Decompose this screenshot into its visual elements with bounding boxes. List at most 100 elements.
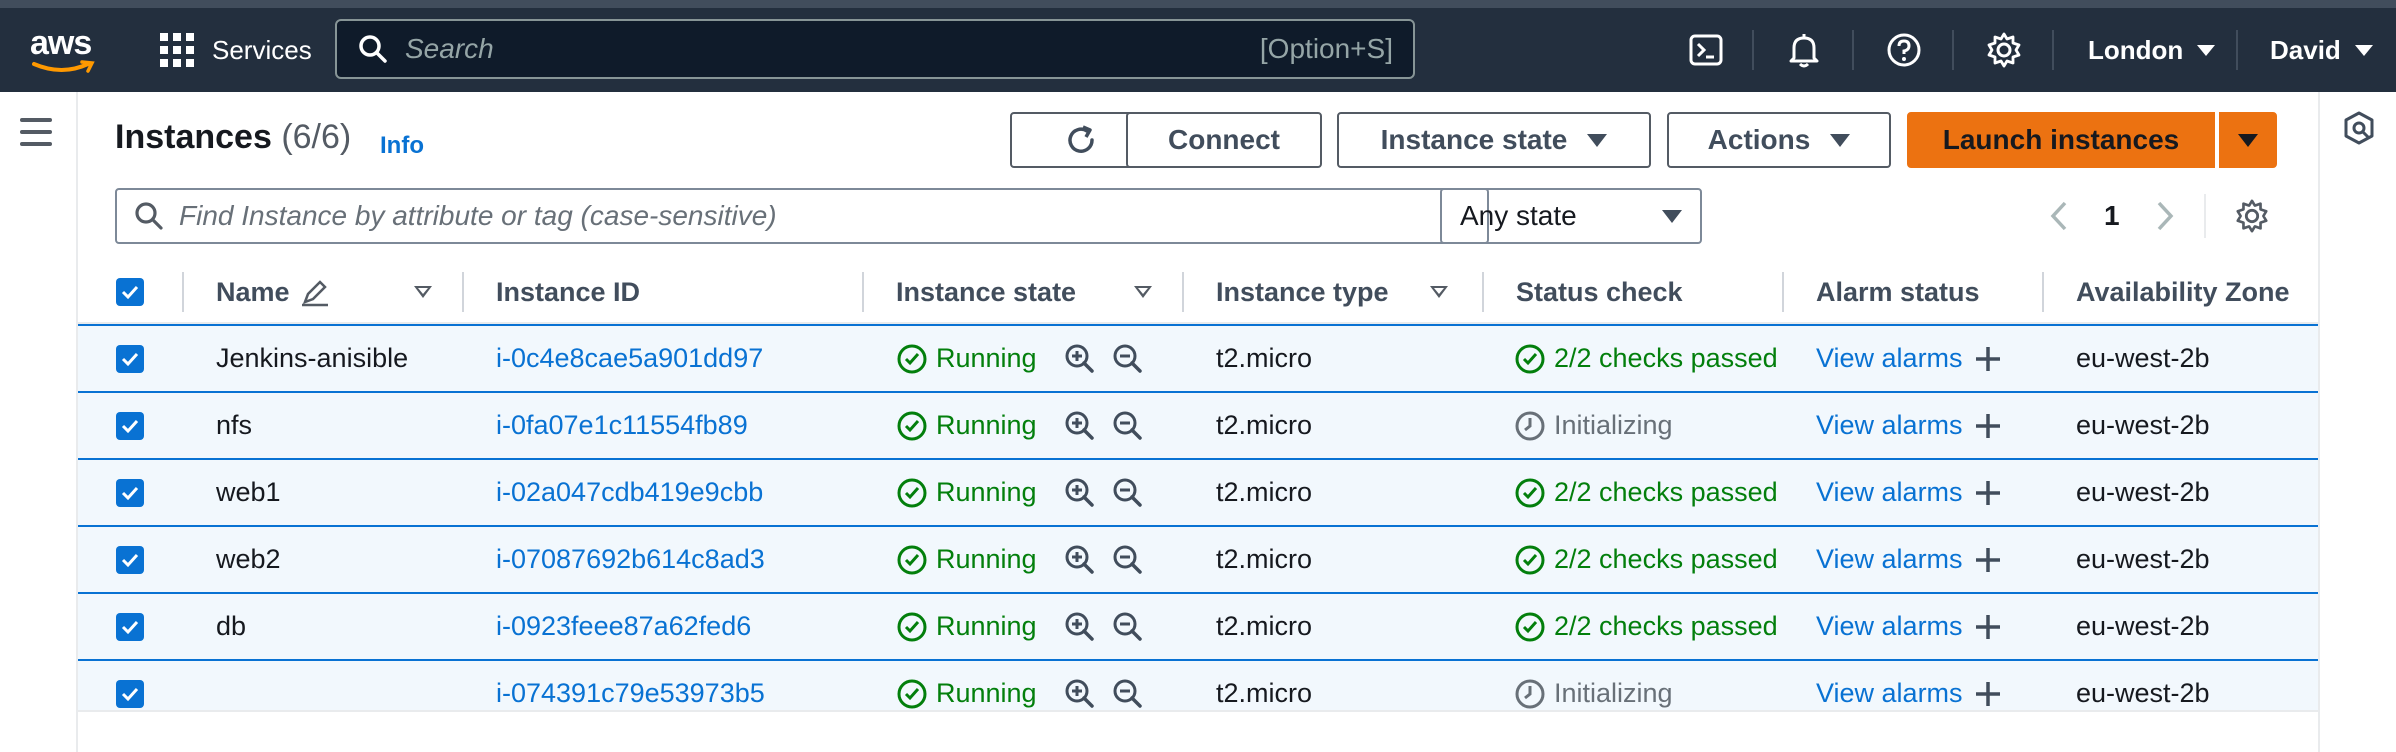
availability-zone: eu-west-2b xyxy=(2076,678,2210,708)
zoom-in-icon[interactable] xyxy=(1064,326,1096,391)
availability-zone: eu-west-2b xyxy=(2076,611,2210,641)
current-page[interactable]: 1 xyxy=(2104,200,2120,232)
table-row[interactable]: Jenkins-anisible i-0c4e8cae5a901dd97 Run… xyxy=(78,324,2318,391)
instance-id-link[interactable]: i-0c4e8cae5a901dd97 xyxy=(496,326,763,391)
actions-button[interactable]: Actions xyxy=(1667,112,1891,168)
state-filter-select[interactable]: Any state xyxy=(1440,188,1702,244)
plus-icon[interactable] xyxy=(1973,344,2003,374)
check-circle-icon xyxy=(897,679,927,708)
instance-name: db xyxy=(216,611,247,641)
column-availability-zone[interactable]: Availability Zone xyxy=(2076,260,2290,324)
connect-button[interactable]: Connect xyxy=(1126,112,1322,168)
instance-name: web2 xyxy=(216,544,281,574)
plus-icon[interactable] xyxy=(1973,478,2003,508)
top-strip xyxy=(0,0,2396,8)
info-link[interactable]: Info xyxy=(380,132,424,160)
caret-down-icon xyxy=(1587,133,1608,147)
chevron-left-icon[interactable] xyxy=(2048,199,2070,233)
zoom-in-icon[interactable] xyxy=(1064,393,1096,458)
region-selector[interactable]: London xyxy=(2088,30,2216,70)
column-alarm-status[interactable]: Alarm status xyxy=(1816,260,1980,324)
view-alarms-link[interactable]: View alarms xyxy=(1816,393,2003,458)
bell-icon[interactable] xyxy=(1782,28,1826,72)
instance-state: Running xyxy=(896,326,1037,391)
row-checkbox[interactable] xyxy=(116,594,144,659)
instance-state-button[interactable]: Instance state xyxy=(1337,112,1651,168)
column-status-check[interactable]: Status check xyxy=(1516,260,1683,324)
view-alarms-link[interactable]: View alarms xyxy=(1816,661,2003,710)
view-alarms-link[interactable]: View alarms xyxy=(1816,594,2003,659)
instance-id-link[interactable]: i-0923feee87a62fed6 xyxy=(496,594,751,659)
zoom-out-icon[interactable] xyxy=(1112,661,1144,710)
check-circle-icon xyxy=(897,411,927,440)
region-label: London xyxy=(2088,34,2184,65)
view-alarms-link[interactable]: View alarms xyxy=(1816,527,2003,592)
state-label: Running xyxy=(936,678,1037,708)
global-search[interactable]: Search [Option+S] xyxy=(335,19,1415,79)
table-row[interactable]: web2 i-07087692b614c8ad3 Running t2.micr… xyxy=(78,525,2318,592)
zoom-out-icon[interactable] xyxy=(1112,393,1144,458)
status-check: 2/2 checks passed xyxy=(1514,527,1778,592)
table-row[interactable]: web1 i-02a047cdb419e9cbb Running t2.micr… xyxy=(78,458,2318,525)
column-instance-state[interactable]: Instance state xyxy=(896,260,1076,324)
table-row[interactable]: nfs i-0fa07e1c11554fb89 Running t2.micro… xyxy=(78,391,2318,458)
zoom-out-icon[interactable] xyxy=(1112,460,1144,525)
settings-icon[interactable] xyxy=(1982,28,2026,72)
plus-icon[interactable] xyxy=(1973,679,2003,709)
instance-state-label: Instance state xyxy=(1380,124,1568,155)
instances-panel: Instances (6/6) Info Connect Instance st… xyxy=(78,92,2318,752)
settings-icon[interactable] xyxy=(2234,198,2270,234)
zoom-out-icon[interactable] xyxy=(1112,326,1144,391)
row-checkbox[interactable] xyxy=(116,661,144,710)
instance-id-link[interactable]: i-0fa07e1c11554fb89 xyxy=(496,393,748,458)
check-circle-icon xyxy=(1514,611,1554,643)
status-check: 2/2 checks passed xyxy=(1514,326,1778,391)
check-circle-icon xyxy=(1514,544,1554,576)
state-label: Running xyxy=(936,410,1037,440)
help-icon[interactable] xyxy=(1882,28,1926,72)
row-checkbox[interactable] xyxy=(116,460,144,525)
plus-icon[interactable] xyxy=(1973,411,2003,441)
aws-logo[interactable]: aws xyxy=(30,26,100,73)
search-placeholder: Search xyxy=(405,33,494,64)
title-text: Instances xyxy=(115,118,272,156)
chevron-right-icon[interactable] xyxy=(2154,199,2176,233)
plus-icon[interactable] xyxy=(1973,612,2003,642)
hexagon-tools-icon[interactable] xyxy=(2342,110,2376,146)
search-icon xyxy=(135,202,163,230)
account-menu[interactable]: David xyxy=(2270,30,2373,70)
zoom-in-icon[interactable] xyxy=(1064,460,1096,525)
search-shortcut: [Option+S] xyxy=(1259,33,1393,64)
cloudshell-icon[interactable] xyxy=(1684,28,1728,72)
instance-filter-input[interactable]: Find Instance by attribute or tag (case-… xyxy=(115,188,1489,244)
column-instance-type[interactable]: Instance type xyxy=(1216,260,1389,324)
instance-type: t2.micro xyxy=(1216,477,1313,507)
zoom-in-icon[interactable] xyxy=(1064,661,1096,710)
launch-instances-button[interactable]: Launch instances xyxy=(1907,112,2215,168)
view-alarms-link[interactable]: View alarms xyxy=(1816,460,2003,525)
instance-id-link[interactable]: i-07087692b614c8ad3 xyxy=(496,527,765,592)
view-alarms-link[interactable]: View alarms xyxy=(1816,326,2003,391)
select-all-checkbox[interactable] xyxy=(116,260,144,324)
row-checkbox[interactable] xyxy=(116,393,144,458)
zoom-out-icon[interactable] xyxy=(1112,527,1144,592)
zoom-in-icon[interactable] xyxy=(1064,594,1096,659)
zoom-in-icon[interactable] xyxy=(1064,527,1096,592)
row-checkbox[interactable] xyxy=(116,527,144,592)
tools-rail xyxy=(2318,92,2396,752)
column-name[interactable]: Name xyxy=(216,260,330,324)
clock-icon xyxy=(1514,410,1554,442)
chevron-down-icon xyxy=(2354,44,2373,56)
launch-options-button[interactable] xyxy=(2219,112,2277,168)
column-instance-id[interactable]: Instance ID xyxy=(496,260,640,324)
row-checkbox[interactable] xyxy=(116,326,144,391)
services-menu[interactable]: Services xyxy=(160,28,312,72)
instance-id-link[interactable]: i-074391c79e53973b5 xyxy=(496,661,765,710)
plus-icon[interactable] xyxy=(1973,545,2003,575)
menu-icon[interactable] xyxy=(20,118,52,154)
check-circle-icon xyxy=(1514,343,1554,375)
instance-id-link[interactable]: i-02a047cdb419e9cbb xyxy=(496,460,763,525)
zoom-out-icon[interactable] xyxy=(1112,594,1144,659)
table-row[interactable]: i-074391c79e53973b5 Running t2.micro Ini… xyxy=(78,659,2318,710)
table-row[interactable]: db i-0923feee87a62fed6 Running t2.micro … xyxy=(78,592,2318,659)
